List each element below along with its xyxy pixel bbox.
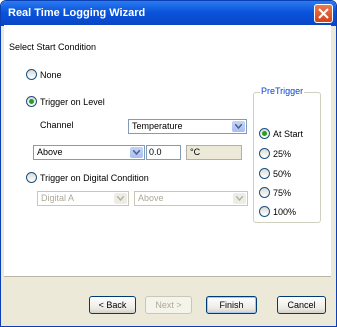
finish-button[interactable]: Finish (206, 296, 257, 314)
window-title: Real Time Logging Wizard (8, 7, 146, 19)
digital-condition-value: Above (138, 193, 164, 203)
pretrigger-75-radio[interactable] (259, 187, 270, 198)
digital-condition-select[interactable]: Above (134, 191, 248, 206)
radio-trigger-on-level[interactable] (26, 96, 37, 107)
condition-select-value: Above (37, 147, 63, 157)
pretrigger-50-label: 50% (273, 169, 292, 179)
close-icon (318, 8, 329, 19)
pretrigger-75-label: 75% (273, 188, 292, 198)
channel-select[interactable]: Temperature (128, 119, 247, 134)
pretrigger-25-label: 25% (273, 149, 292, 159)
radio-none-label: None (40, 70, 62, 80)
unit-field: °C (186, 145, 242, 160)
next-button[interactable]: Next > (145, 296, 192, 314)
pretrigger-at-start-radio[interactable] (259, 128, 270, 139)
unit-value: °C (190, 147, 201, 157)
back-button[interactable]: < Back (89, 296, 136, 314)
chevron-down-icon (233, 193, 246, 204)
radio-trigger-on-digital[interactable] (26, 172, 37, 183)
threshold-input[interactable]: 0.0 (146, 145, 181, 160)
pretrigger-title: PreTrigger (260, 86, 305, 96)
pretrigger-100-radio[interactable] (259, 206, 270, 217)
pretrigger-100-label: 100% (273, 207, 297, 217)
threshold-value: 0.0 (149, 147, 162, 157)
radio-trigger-on-digital-label: Trigger on Digital Condition (40, 173, 149, 183)
radio-trigger-on-level-label: Trigger on Level (40, 97, 105, 107)
pretrigger-25-radio[interactable] (259, 148, 270, 159)
chevron-down-icon (130, 147, 143, 158)
chevron-down-icon (232, 121, 245, 132)
pretrigger-50-radio[interactable] (259, 168, 270, 179)
pretrigger-at-start-label: At Start (273, 129, 304, 139)
section-heading: Select Start Condition (9, 42, 97, 52)
radio-none[interactable] (26, 69, 37, 80)
channel-select-value: Temperature (132, 121, 183, 131)
title-bar[interactable]: Real Time Logging Wizard (1, 1, 336, 26)
condition-select[interactable]: Above (33, 145, 145, 160)
close-button[interactable] (314, 4, 333, 23)
channel-label: Channel (40, 120, 74, 130)
cancel-button[interactable]: Cancel (277, 296, 326, 314)
digital-channel-value: Digital A (41, 193, 75, 203)
digital-channel-select[interactable]: Digital A (37, 191, 129, 206)
chevron-down-icon (114, 193, 127, 204)
